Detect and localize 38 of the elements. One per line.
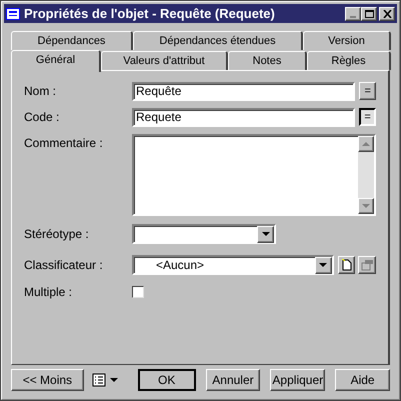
scrollbar[interactable] bbox=[358, 136, 374, 214]
combo-box[interactable]: <Aucun> bbox=[132, 255, 334, 275]
comment-field[interactable] bbox=[132, 134, 376, 216]
tab[interactable]: Dépendances étendues bbox=[133, 31, 303, 50]
list-menu-icon[interactable] bbox=[92, 373, 118, 387]
checkbox[interactable] bbox=[132, 286, 144, 298]
scroll-up-icon[interactable] bbox=[358, 136, 374, 152]
tab[interactable]: Dépendances bbox=[11, 31, 133, 50]
text-field[interactable]: Requête bbox=[132, 82, 356, 100]
dialog-button[interactable]: << Moins bbox=[11, 369, 84, 391]
equals-button[interactable]: = bbox=[359, 108, 376, 126]
field-label: Nom : bbox=[24, 83, 58, 100]
field-label: Stéréotype : bbox=[24, 226, 90, 243]
tab[interactable]: Version bbox=[303, 31, 391, 50]
new-document-icon[interactable] bbox=[338, 256, 356, 274]
field-label: Classificateur : bbox=[24, 257, 104, 274]
combo-value: <Aucun> bbox=[155, 257, 204, 274]
tab[interactable]: Général bbox=[11, 50, 101, 72]
field-label: Commentaire : bbox=[24, 135, 104, 152]
properties-icon[interactable] bbox=[358, 256, 376, 274]
tab[interactable]: Notes bbox=[228, 51, 307, 70]
text-field[interactable]: Requete bbox=[132, 108, 356, 126]
dialog-button[interactable]: Annuler bbox=[206, 369, 260, 391]
combo-box[interactable] bbox=[132, 224, 276, 244]
field-label: Code : bbox=[24, 109, 60, 126]
tab[interactable]: Règles bbox=[307, 51, 391, 70]
window-title: Propriétés de l'objet - Requête (Requete) bbox=[24, 4, 276, 23]
dialog-button[interactable]: Aide bbox=[335, 369, 390, 391]
minimize-icon[interactable] bbox=[345, 6, 361, 20]
dialog-button[interactable]: OK bbox=[138, 369, 196, 391]
maximize-icon[interactable] bbox=[361, 6, 377, 20]
dialog-button[interactable]: Appliquer bbox=[270, 369, 326, 391]
tab[interactable]: Valeurs d'attribut bbox=[101, 51, 228, 70]
equals-button[interactable]: = bbox=[359, 82, 376, 100]
field-label: Multiple : bbox=[24, 284, 74, 301]
window-icon bbox=[6, 8, 20, 20]
scroll-down-icon[interactable] bbox=[358, 198, 374, 214]
close-icon[interactable] bbox=[379, 6, 395, 20]
